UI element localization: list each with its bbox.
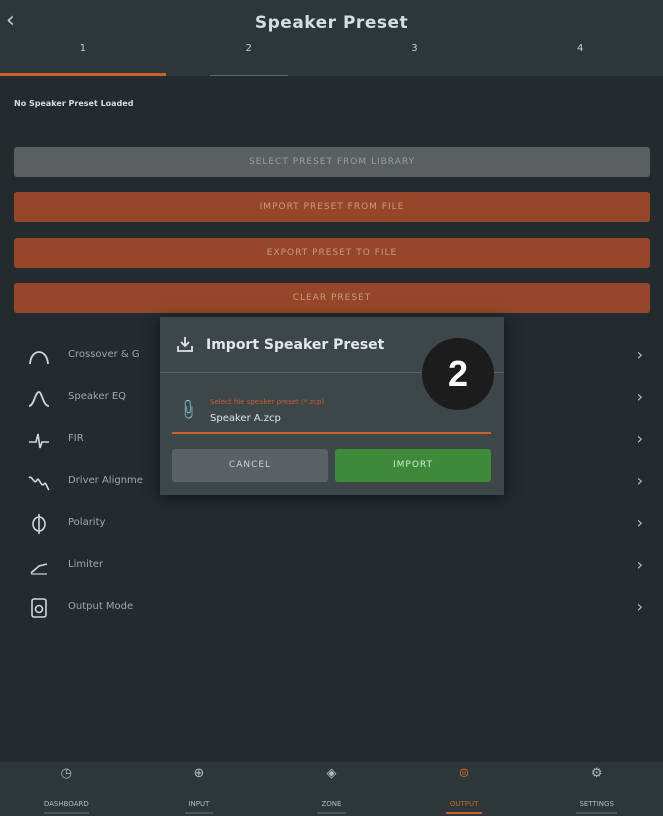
eq-icon bbox=[27, 388, 51, 408]
list-item-limiter[interactable]: Limiter › bbox=[0, 546, 663, 586]
zone-icon: ◈ bbox=[326, 766, 337, 781]
input-icon: ⊕ bbox=[193, 766, 205, 781]
chevron-right-icon: › bbox=[636, 471, 643, 490]
nav-settings[interactable]: ⚙ SETTINGS bbox=[530, 762, 663, 816]
output-mode-icon bbox=[27, 598, 51, 618]
nav-dashboard[interactable]: ◷ DASHBOARD bbox=[0, 762, 133, 816]
nav-label: INPUT bbox=[188, 800, 210, 808]
select-preset-from-library-button[interactable]: SELECT PRESET FROM LIBRARY bbox=[14, 147, 650, 177]
fir-icon bbox=[27, 430, 51, 450]
list-item-label: Driver Alignme bbox=[68, 475, 143, 486]
settings-icon: ⚙ bbox=[590, 766, 603, 781]
file-field-underline bbox=[172, 432, 491, 434]
cancel-button[interactable]: CANCEL bbox=[172, 449, 328, 482]
crossover-icon bbox=[27, 346, 51, 366]
nav-input[interactable]: ⊕ INPUT bbox=[133, 762, 266, 816]
step-number-badge: 2 bbox=[422, 338, 494, 410]
nav-output[interactable]: ⊜ OUTPUT bbox=[398, 762, 531, 816]
list-item-label: Polarity bbox=[68, 517, 106, 528]
list-item-output-mode[interactable]: Output Mode › bbox=[0, 588, 663, 628]
chevron-right-icon: › bbox=[636, 597, 643, 616]
header: ‹ Speaker Preset 1 2 3 4 bbox=[0, 0, 663, 76]
tab-2[interactable]: 2 bbox=[166, 34, 332, 76]
nav-underline bbox=[445, 812, 483, 814]
nav-label: OUTPUT bbox=[449, 800, 479, 808]
import-button[interactable]: IMPORT bbox=[335, 449, 491, 482]
driver-alignment-icon bbox=[27, 472, 51, 492]
output-icon: ⊜ bbox=[458, 766, 470, 781]
preset-tabs: 1 2 3 4 bbox=[0, 34, 663, 76]
chevron-right-icon: › bbox=[636, 555, 643, 574]
chevron-right-icon: › bbox=[636, 513, 643, 532]
export-preset-to-file-button[interactable]: EXPORT PRESET TO FILE bbox=[14, 238, 650, 268]
tab-4[interactable]: 4 bbox=[497, 34, 663, 76]
limiter-icon bbox=[27, 556, 51, 576]
list-item-label: Limiter bbox=[68, 559, 104, 570]
bottom-navigation: ◷ DASHBOARD ⊕ INPUT ◈ ZONE ⊜ OUTPUT ⚙ SE… bbox=[0, 762, 663, 816]
file-field-input[interactable]: Speaker A.zcp bbox=[210, 413, 281, 424]
paperclip-icon: 📎 bbox=[175, 398, 200, 422]
nav-label: ZONE bbox=[321, 800, 342, 808]
tab-1[interactable]: 1 bbox=[0, 34, 166, 76]
polarity-icon bbox=[27, 514, 51, 534]
page-title: Speaker Preset bbox=[254, 13, 409, 33]
list-item-label: Output Mode bbox=[68, 601, 134, 612]
nav-underline bbox=[44, 812, 89, 814]
nav-zone[interactable]: ◈ ZONE bbox=[265, 762, 398, 816]
nav-label: SETTINGS bbox=[579, 800, 614, 808]
dialog-title: Import Speaker Preset bbox=[206, 337, 385, 353]
clear-preset-button[interactable]: CLEAR PRESET bbox=[14, 283, 650, 313]
import-preset-from-file-button[interactable]: IMPORT PRESET FROM FILE bbox=[14, 192, 650, 222]
nav-underline bbox=[576, 812, 617, 814]
list-item-label: Crossover & G bbox=[68, 349, 140, 360]
list-item-label: Speaker EQ bbox=[68, 391, 127, 402]
list-item-polarity[interactable]: Polarity › bbox=[0, 504, 663, 544]
nav-underline bbox=[317, 812, 346, 814]
nav-label: DASHBOARD bbox=[43, 800, 89, 808]
dashboard-icon: ◷ bbox=[60, 766, 72, 781]
list-item-label: FIR bbox=[68, 433, 84, 444]
chevron-right-icon: › bbox=[636, 387, 643, 406]
file-field-label: Select file speaker preset (*.zcp) bbox=[210, 398, 325, 406]
nav-underline bbox=[184, 812, 214, 814]
download-icon bbox=[176, 335, 194, 358]
tab-3[interactable]: 3 bbox=[332, 34, 498, 76]
preset-status-text: No Speaker Preset Loaded bbox=[14, 99, 134, 108]
chevron-right-icon: › bbox=[636, 345, 643, 364]
chevron-right-icon: › bbox=[636, 429, 643, 448]
